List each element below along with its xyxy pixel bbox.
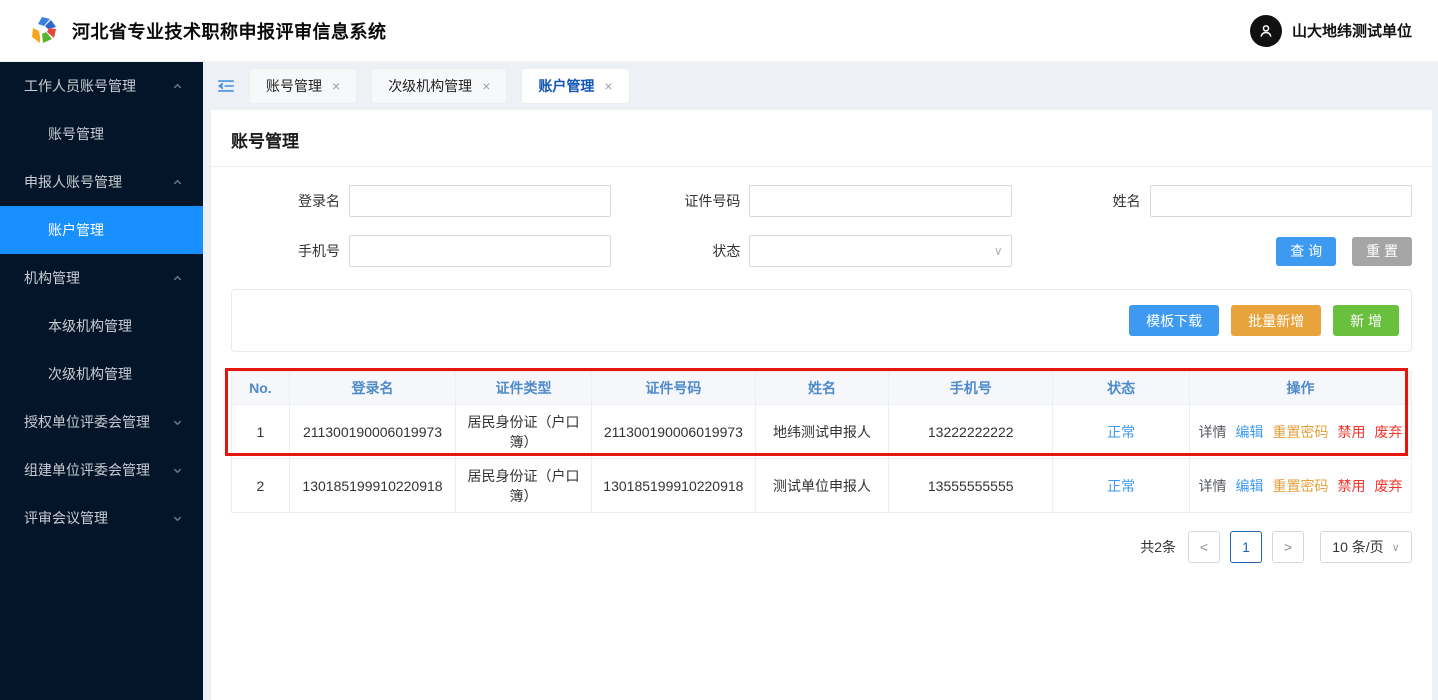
chevron-down-icon: ∨ bbox=[994, 244, 1003, 258]
next-page-button[interactable]: > bbox=[1272, 531, 1304, 563]
app-logo-icon bbox=[28, 15, 60, 47]
template-download-button[interactable]: 模板下载 bbox=[1129, 305, 1219, 336]
tab-account-mgmt-active[interactable]: 账户管理 × bbox=[521, 68, 629, 104]
top-header: 河北省专业技术职称申报评审信息系统 山大地纬测试单位 bbox=[0, 0, 1438, 62]
status-badge: 正常 bbox=[1107, 424, 1135, 440]
app-window: 河北省专业技术职称申报评审信息系统 山大地纬测试单位 工作人员账号管理 账号管理 bbox=[0, 0, 1438, 700]
tab-account-management[interactable]: 账号管理 × bbox=[249, 68, 357, 104]
disable-link[interactable]: 禁用 bbox=[1338, 422, 1366, 442]
chevron-up-icon bbox=[172, 177, 183, 188]
sidebar-group-org-management[interactable]: 机构管理 bbox=[0, 254, 203, 302]
name-input[interactable] bbox=[1150, 185, 1412, 217]
disable-link[interactable]: 禁用 bbox=[1338, 476, 1366, 496]
sidebar-item-local-org[interactable]: 本级机构管理 bbox=[0, 302, 203, 350]
reset-password-link[interactable]: 重置密码 bbox=[1273, 476, 1329, 496]
chevron-down-icon bbox=[172, 417, 183, 428]
chevron-up-icon bbox=[172, 81, 183, 92]
field-cert-number: 证件号码 bbox=[631, 185, 1011, 217]
sidebar-group-staff-accounts[interactable]: 工作人员账号管理 bbox=[0, 62, 203, 110]
query-button[interactable]: 查 询 bbox=[1276, 237, 1336, 266]
sidebar: 工作人员账号管理 账号管理 申报人账号管理 账户管理 机构管理 本级机构管理 次… bbox=[0, 62, 203, 700]
status-badge: 正常 bbox=[1107, 478, 1135, 494]
discard-link[interactable]: 废弃 bbox=[1375, 422, 1403, 442]
accounts-table-wrap: No. 登录名 证件类型 证件号码 姓名 手机号 状态 操作 bbox=[231, 371, 1412, 513]
total-count: 共2条 bbox=[1140, 537, 1176, 557]
reset-button[interactable]: 重 置 bbox=[1352, 237, 1412, 266]
tab-strip: 账号管理 × 次级机构管理 × 账户管理 × bbox=[203, 62, 1438, 110]
table-row: 2 130185199910220918 居民身份证（户口簿） 13018519… bbox=[232, 459, 1412, 513]
login-name-input[interactable] bbox=[349, 185, 611, 217]
main-area: 账号管理 × 次级机构管理 × 账户管理 × 账号管理 登录名 bbox=[203, 62, 1438, 700]
sidebar-item-sub-org[interactable]: 次级机构管理 bbox=[0, 350, 203, 398]
edit-link[interactable]: 编辑 bbox=[1236, 476, 1264, 496]
brand: 河北省专业技术职称申报评审信息系统 bbox=[28, 15, 387, 47]
current-page-button[interactable]: 1 bbox=[1230, 531, 1262, 563]
toolbar: 模板下载 批量新增 新 增 bbox=[231, 289, 1412, 352]
search-form: 登录名 证件号码 姓名 手机号 bbox=[211, 167, 1432, 273]
sidebar-item-account-management[interactable]: 账号管理 bbox=[0, 110, 203, 158]
close-icon[interactable]: × bbox=[482, 78, 490, 94]
sidebar-group-formed-committee[interactable]: 组建单位评委会管理 bbox=[0, 446, 203, 494]
field-phone: 手机号 bbox=[231, 235, 611, 267]
collapse-sidebar-icon[interactable] bbox=[217, 78, 235, 94]
page-size-select[interactable]: 10 条/页 ∨ bbox=[1320, 531, 1412, 563]
user-menu[interactable]: 山大地纬测试单位 bbox=[1250, 15, 1412, 47]
phone-input[interactable] bbox=[349, 235, 611, 267]
reset-password-link[interactable]: 重置密码 bbox=[1273, 422, 1329, 442]
chevron-down-icon: ∨ bbox=[1392, 541, 1400, 554]
close-icon[interactable]: × bbox=[604, 78, 612, 94]
app-title: 河北省专业技术职称申报评审信息系统 bbox=[72, 18, 387, 44]
close-icon[interactable]: × bbox=[332, 78, 340, 94]
sidebar-group-review-meeting[interactable]: 评审会议管理 bbox=[0, 494, 203, 542]
page-title: 账号管理 bbox=[211, 110, 1432, 167]
sidebar-item-account-mgmt-active[interactable]: 账户管理 bbox=[0, 206, 203, 254]
prev-page-button[interactable]: < bbox=[1188, 531, 1220, 563]
sidebar-group-applicant-accounts[interactable]: 申报人账号管理 bbox=[0, 158, 203, 206]
discard-link[interactable]: 废弃 bbox=[1375, 476, 1403, 496]
add-button[interactable]: 新 增 bbox=[1333, 305, 1399, 336]
detail-link[interactable]: 详情 bbox=[1199, 422, 1227, 442]
form-buttons: 查 询 重 置 bbox=[1032, 235, 1412, 267]
pagination: 共2条 < 1 > 10 条/页 ∨ bbox=[211, 513, 1432, 563]
row-actions: 详情 编辑 重置密码 禁用 废弃 bbox=[1198, 422, 1403, 442]
sidebar-group-authorized-committee[interactable]: 授权单位评委会管理 bbox=[0, 398, 203, 446]
row-actions: 详情 编辑 重置密码 禁用 废弃 bbox=[1198, 476, 1403, 496]
status-select[interactable]: ∨ bbox=[749, 235, 1011, 267]
table-header-row: No. 登录名 证件类型 证件号码 姓名 手机号 状态 操作 bbox=[232, 372, 1412, 405]
field-status: 状态 ∨ bbox=[631, 235, 1011, 267]
field-name: 姓名 bbox=[1032, 185, 1412, 217]
detail-link[interactable]: 详情 bbox=[1199, 476, 1227, 496]
table-row: 1 211300190006019973 居民身份证（户口簿） 21130019… bbox=[232, 405, 1412, 459]
chevron-down-icon bbox=[172, 513, 183, 524]
edit-link[interactable]: 编辑 bbox=[1236, 422, 1264, 442]
accounts-table: No. 登录名 证件类型 证件号码 姓名 手机号 状态 操作 bbox=[231, 371, 1412, 513]
chevron-down-icon bbox=[172, 465, 183, 476]
tab-sub-org-management[interactable]: 次级机构管理 × bbox=[371, 68, 507, 104]
field-login-name: 登录名 bbox=[231, 185, 611, 217]
batch-add-button[interactable]: 批量新增 bbox=[1231, 305, 1321, 336]
content-card: 账号管理 登录名 证件号码 姓名 bbox=[211, 110, 1432, 700]
user-name: 山大地纬测试单位 bbox=[1292, 20, 1412, 41]
cert-number-input[interactable] bbox=[749, 185, 1011, 217]
user-avatar-icon bbox=[1250, 15, 1282, 47]
chevron-up-icon bbox=[172, 273, 183, 284]
